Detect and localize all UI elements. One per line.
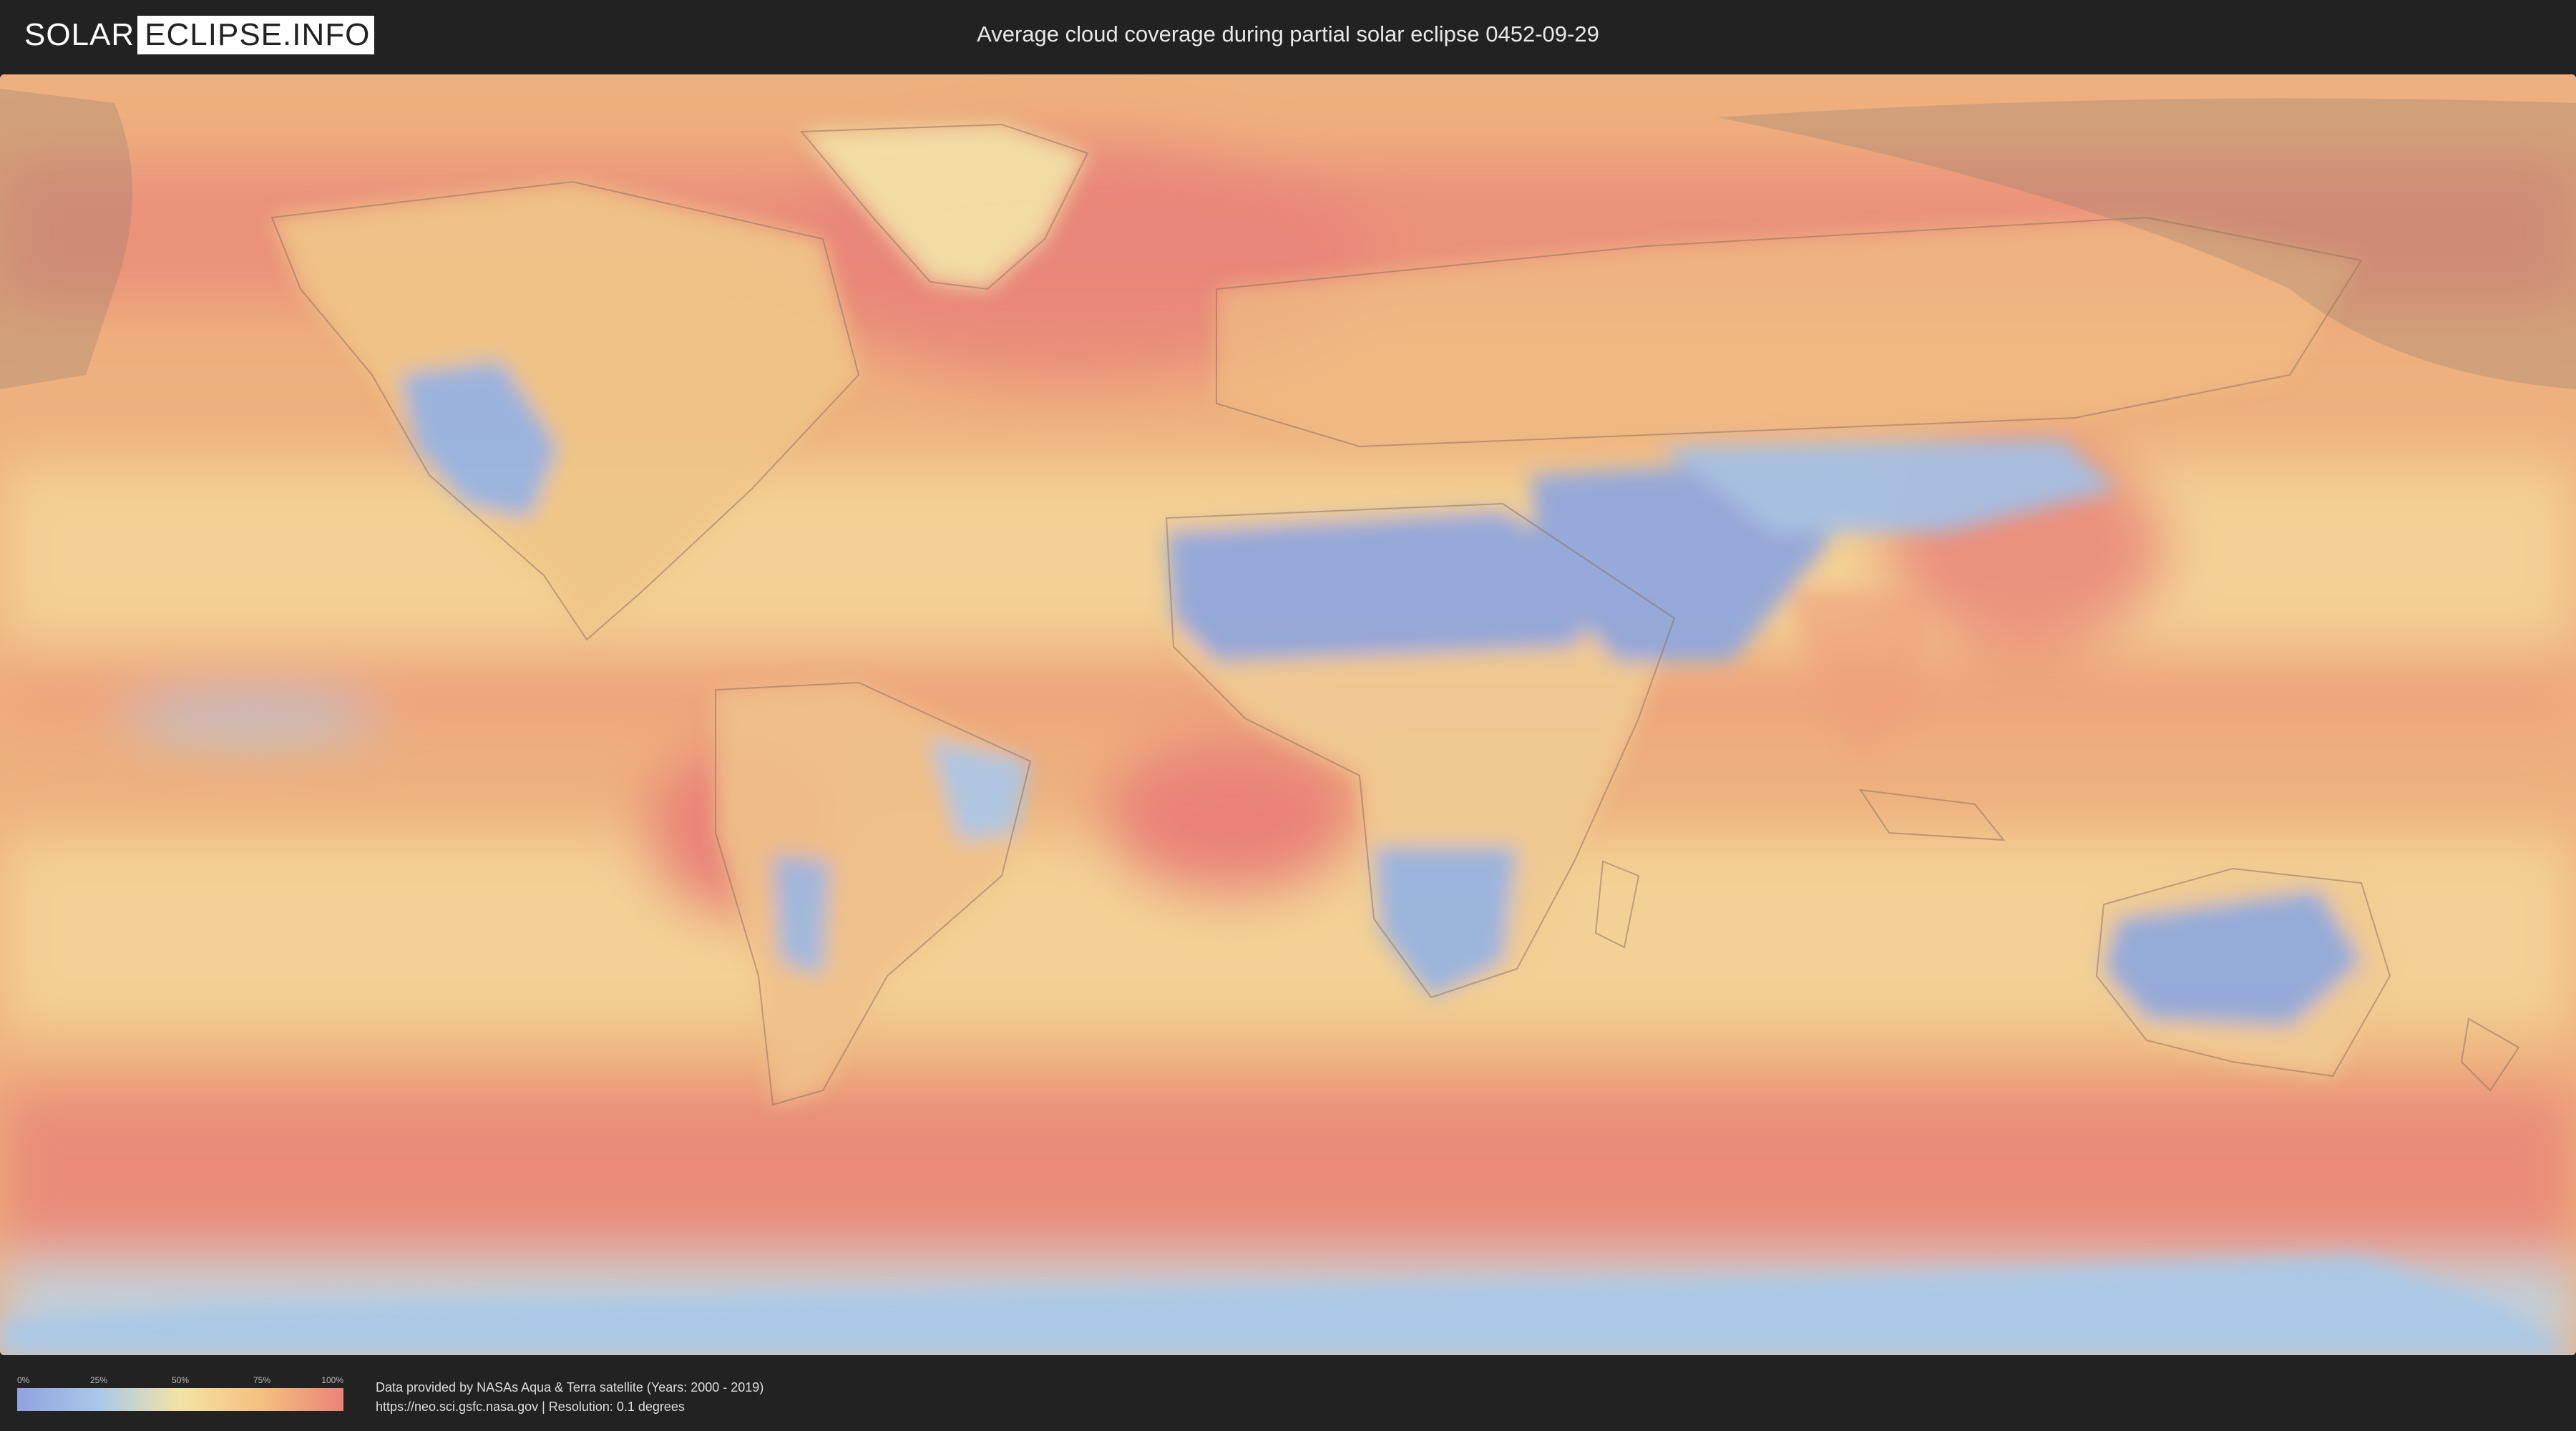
legend-tick-100: 100%	[321, 1375, 343, 1385]
world-map-icon	[0, 74, 2576, 1355]
header-bar: SOLAR ECLIPSE.INFO Average cloud coverag…	[0, 0, 2576, 72]
legend-gradient-bar	[17, 1388, 343, 1411]
page-title: Average cloud coverage during partial so…	[977, 21, 1599, 47]
credits-line-url: https://neo.sci.gsfc.nasa.gov | Resoluti…	[376, 1400, 685, 1414]
legend-tick-50: 50%	[171, 1375, 190, 1385]
cloud-coverage-map	[0, 74, 2576, 1355]
legend-ticks: 0% 25% 50% 75% 100%	[17, 1375, 343, 1387]
color-scale-legend: 0% 25% 50% 75% 100%	[17, 1375, 343, 1411]
data-credits: Data provided by NASAs Aqua & Terra sate…	[376, 1378, 763, 1417]
credits-line-source: Data provided by NASAs Aqua & Terra sate…	[376, 1380, 764, 1395]
legend-tick-0: 0%	[17, 1375, 30, 1385]
legend-tick-75: 75%	[253, 1375, 271, 1385]
legend-tick-25: 25%	[89, 1375, 108, 1385]
